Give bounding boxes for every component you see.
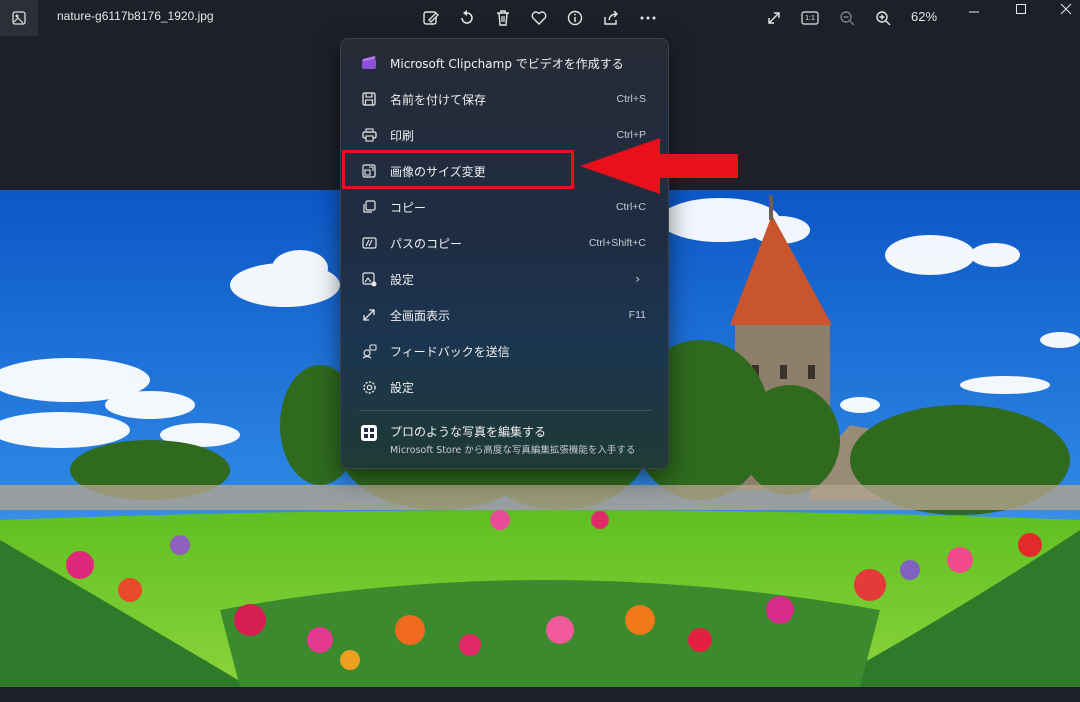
more-icon[interactable] — [636, 6, 660, 30]
menu-label: 名前を付けて保存 — [390, 92, 487, 107]
menu-shortcut: F11 — [628, 309, 646, 321]
menu-label: Microsoft Clipchamp でビデオを作成する — [390, 56, 624, 71]
photos-app-icon[interactable] — [0, 0, 38, 36]
feedback-icon — [361, 343, 377, 359]
menu-shortcut: Ctrl+S — [616, 93, 646, 105]
set-as-icon — [361, 271, 377, 287]
clipchamp-icon — [361, 55, 377, 71]
info-icon[interactable] — [563, 6, 587, 30]
menu-label: パスのコピー — [390, 236, 463, 251]
gear-icon — [361, 379, 377, 395]
zoom-level[interactable]: 62% — [911, 9, 937, 24]
menu-item-fullscreen[interactable]: 全画面表示 F11 — [347, 299, 664, 331]
bottom-strip — [0, 687, 1080, 702]
save-icon — [361, 91, 377, 107]
actual-size-label: 1:1 — [805, 14, 815, 22]
promo-title: プロのような写真を編集する — [390, 425, 547, 439]
menu-item-feedback[interactable]: フィードバックを送信 — [347, 335, 664, 367]
menu-item-set-as[interactable]: 設定 › — [347, 263, 664, 295]
print-icon — [361, 127, 377, 143]
maximize-icon[interactable] — [1009, 0, 1033, 21]
copy-path-icon — [361, 235, 377, 251]
edit-icon[interactable] — [419, 6, 443, 30]
zoom-in-icon[interactable] — [871, 6, 895, 30]
minimize-icon[interactable] — [962, 0, 986, 24]
menu-item-copy-path[interactable]: パスのコピー Ctrl+Shift+C — [347, 227, 664, 259]
share-icon[interactable] — [599, 6, 623, 30]
menu-label: 全画面表示 — [390, 308, 451, 323]
store-icon — [361, 425, 377, 441]
menu-item-copy[interactable]: コピー Ctrl+C — [347, 191, 664, 223]
favorite-icon[interactable] — [527, 6, 551, 30]
menu-shortcut: Ctrl+Shift+C — [588, 237, 646, 249]
menu-label: 設定 — [390, 272, 415, 287]
chevron-right-icon: › — [635, 272, 640, 286]
menu-label: フィードバックを送信 — [390, 344, 510, 359]
menu-item-settings[interactable]: 設定 — [347, 371, 664, 403]
menu-shortcut: Ctrl+C — [615, 201, 646, 213]
close-icon[interactable] — [1054, 0, 1078, 21]
promo-subtitle: Microsoft Store から高度な写真編集拡張機能を入手する — [390, 445, 636, 456]
menu-label: 設定 — [390, 380, 415, 395]
actual-size-icon[interactable]: 1:1 — [798, 6, 822, 30]
highlight-box — [342, 150, 574, 189]
menu-divider — [359, 410, 652, 411]
rotate-icon[interactable] — [455, 6, 479, 30]
zoom-out-icon[interactable] — [835, 6, 859, 30]
title-bar: nature-g6117b8176_1920.jpg 1:1 62% — [0, 0, 1080, 36]
fullscreen-icon[interactable] — [762, 6, 786, 30]
menu-label: 印刷 — [390, 128, 415, 143]
menu-item-save-as[interactable]: 名前を付けて保存 Ctrl+S — [347, 83, 664, 115]
copy-icon — [361, 199, 377, 215]
menu-label: コピー — [390, 200, 427, 215]
file-name: nature-g6117b8176_1920.jpg — [57, 9, 214, 23]
delete-icon[interactable] — [491, 6, 515, 30]
menu-item-clipchamp[interactable]: Microsoft Clipchamp でビデオを作成する — [347, 47, 664, 79]
more-options-menu: Microsoft Clipchamp でビデオを作成する 名前を付けて保存 C… — [340, 38, 669, 469]
red-arrow-annotation — [580, 138, 738, 194]
fullscreen-icon — [361, 307, 377, 323]
